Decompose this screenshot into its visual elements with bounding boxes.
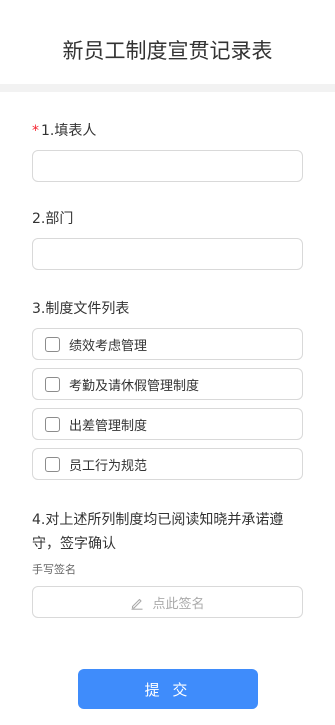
- question-3-label: 3.制度文件列表: [32, 301, 130, 317]
- question-2-label: 2.部门: [32, 211, 74, 227]
- option-performance-management[interactable]: 绩效考虑管理: [32, 328, 303, 360]
- option-code-of-conduct[interactable]: 员工行为规范: [32, 448, 303, 480]
- option-business-travel-policy[interactable]: 出差管理制度: [32, 408, 303, 440]
- option-attendance-leave-policy[interactable]: 考勤及请休假管理制度: [32, 368, 303, 400]
- signature-placeholder: 点此签名: [152, 596, 205, 612]
- option-label: 绩效考虑管理: [69, 338, 148, 354]
- option-label: 出差管理制度: [69, 418, 148, 434]
- submit-button[interactable]: 提 交: [78, 669, 258, 709]
- checkbox[interactable]: [45, 416, 60, 432]
- signature-field[interactable]: 点此签名: [32, 586, 303, 618]
- filler-name-input[interactable]: [32, 150, 303, 182]
- header-divider: [0, 84, 335, 92]
- department-input[interactable]: [32, 238, 303, 270]
- required-mark: *: [32, 123, 39, 139]
- checkbox[interactable]: [45, 456, 60, 472]
- pen-icon: [130, 595, 144, 610]
- option-label: 员工行为规范: [69, 458, 148, 474]
- question-1-label: * 1.填表人: [32, 121, 96, 141]
- signature-caption: 手写签名: [32, 563, 76, 576]
- form-page: 新员工制度宣贯记录表 * 1.填表人 2.部门 3.制度文件列表 绩效考虑管理 考…: [0, 0, 335, 725]
- checkbox[interactable]: [45, 376, 60, 392]
- question-4-label: 4.对上述所列制度均已阅读知晓并承诺遵守，签字确认: [32, 512, 284, 552]
- page-title: 新员工制度宣贯记录表: [62, 39, 273, 63]
- option-label: 考勤及请休假管理制度: [69, 378, 200, 394]
- question-1-text: 1.填表人: [41, 123, 97, 139]
- checkbox[interactable]: [45, 336, 60, 352]
